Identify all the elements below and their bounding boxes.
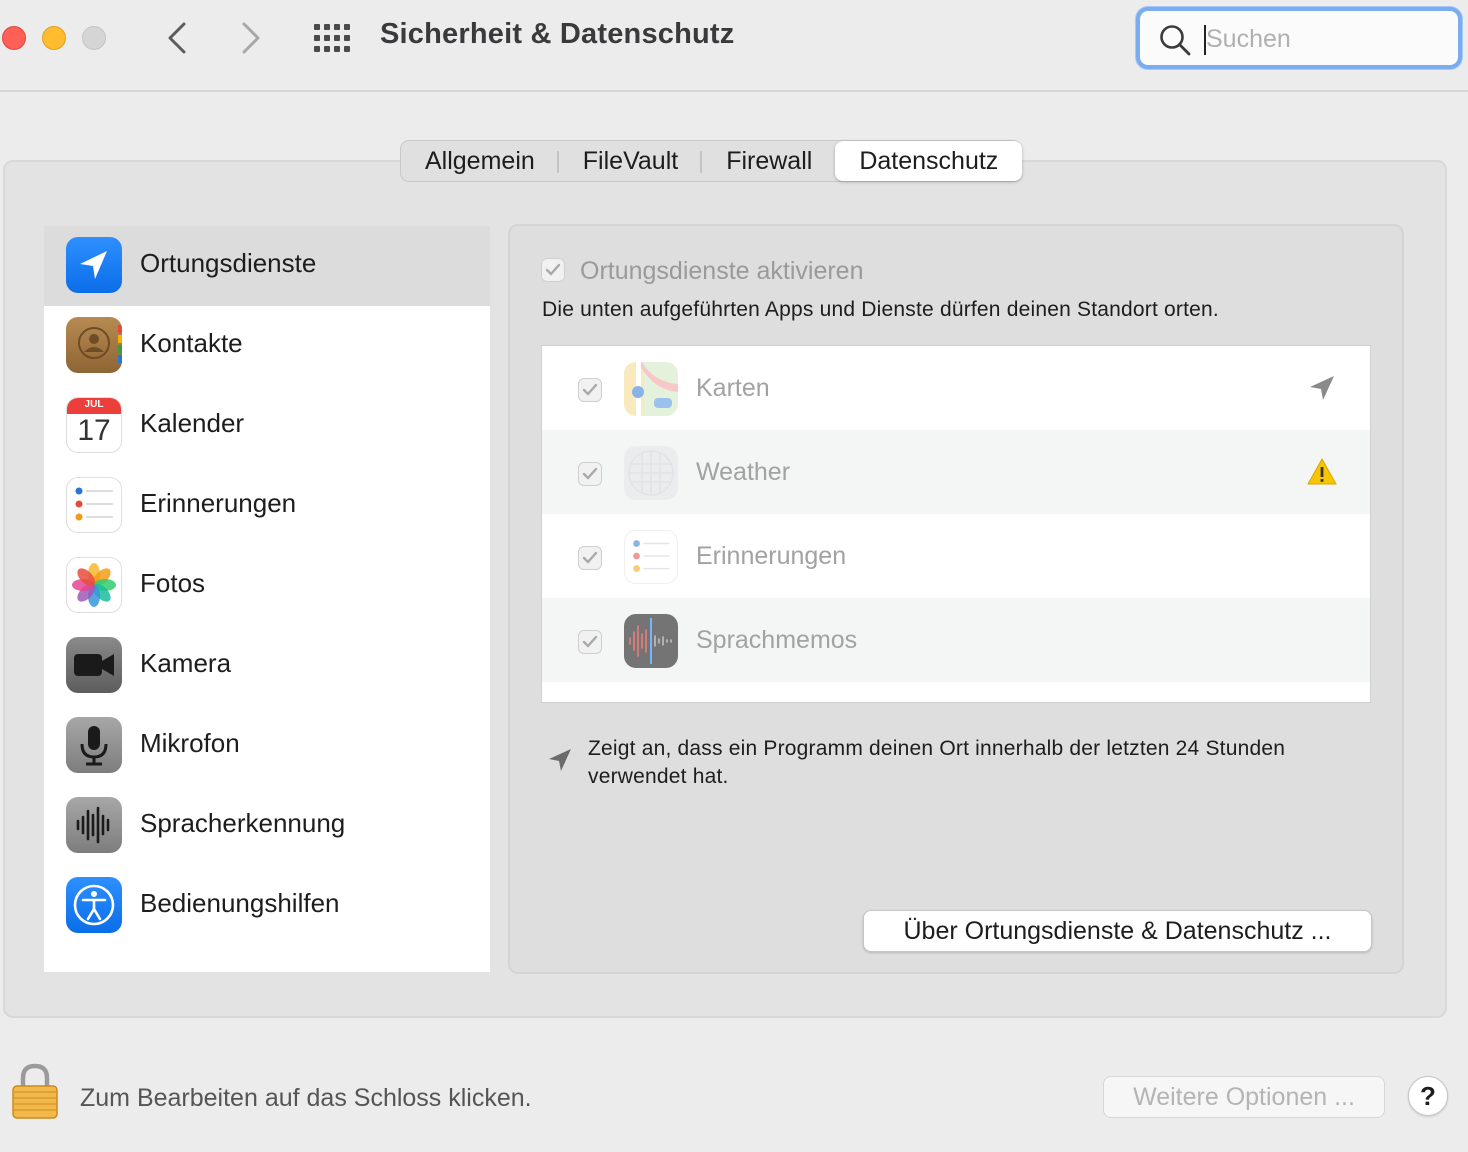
sidebar-item-label: Kalender (140, 408, 245, 438)
app-checkbox[interactable] (578, 462, 602, 486)
photos-icon (66, 557, 122, 613)
app-name: Sprachmemos (696, 626, 858, 654)
enable-location-label: Ortungsdienste aktivieren (580, 257, 864, 285)
calendar-month: JUL (84, 399, 104, 410)
checkmark-icon (582, 635, 598, 648)
accessibility-icon (66, 877, 122, 933)
forward-button[interactable] (232, 18, 272, 58)
checkmark-icon (545, 263, 561, 276)
checkmark-icon (582, 383, 598, 396)
warning-icon (1307, 457, 1337, 485)
speech-recognition-icon (66, 797, 122, 853)
sidebar-item-label: Mikrofon (140, 728, 240, 758)
sidebar-item-label: Kamera (140, 648, 232, 678)
tab-bar: Allgemein FileVault Firewall Datenschutz (400, 140, 1023, 182)
contacts-icon (66, 317, 122, 373)
sidebar-item-kontakte[interactable]: Kontakte (44, 306, 490, 386)
calendar-icon: JUL 17 (66, 397, 122, 453)
app-checkbox[interactable] (578, 546, 602, 570)
tab-filevault[interactable]: FileVault (559, 141, 703, 181)
grid-icon (314, 24, 350, 52)
app-row-karten[interactable]: Karten (542, 346, 1370, 430)
checkmark-icon (582, 551, 598, 564)
app-row-weather[interactable]: Weather (542, 430, 1370, 514)
location-arrow-icon (66, 237, 122, 293)
help-button[interactable]: ? (1408, 1076, 1448, 1116)
reminders-icon (624, 530, 678, 584)
sidebar-item-mikrofon[interactable]: Mikrofon (44, 706, 490, 786)
location-arrow-icon (549, 749, 571, 771)
reminders-icon (66, 477, 122, 533)
sidebar-item-fotos[interactable]: Fotos (44, 546, 490, 626)
app-name: Erinnerungen (696, 542, 847, 570)
app-checkbox[interactable] (578, 378, 602, 402)
sidebar-item-bedienungshilfen[interactable]: Bedienungshilfen (44, 866, 490, 946)
sidebar-item-ortungsdienste[interactable]: Ortungsdienste (44, 226, 490, 306)
location-legend: Zeigt an, dass ein Programm deinen Ort i… (588, 737, 1286, 788)
microphone-icon (66, 717, 122, 773)
app-checkbox[interactable] (578, 630, 602, 654)
chevron-right-icon (242, 22, 260, 54)
location-arrow-icon (1310, 376, 1334, 400)
back-button[interactable] (158, 18, 198, 58)
enable-location-checkbox[interactable] (541, 258, 565, 282)
minimize-window-button[interactable] (42, 26, 66, 50)
privacy-category-list: Ortungsdienste Kontakte JUL 17 Kalender (44, 226, 490, 972)
lock-hint: Zum Bearbeiten auf das Schloss klicken. (80, 1084, 532, 1112)
app-row-sprachmemos[interactable]: Sprachmemos (542, 598, 1370, 682)
sidebar-item-label: Bedienungshilfen (140, 888, 340, 918)
calendar-day: 17 (77, 414, 111, 447)
show-all-button[interactable] (312, 22, 354, 54)
close-window-button[interactable] (2, 26, 26, 50)
search-icon (1160, 25, 1191, 56)
sidebar-item-label: Spracherkennung (140, 808, 346, 838)
sidebar-item-label: Erinnerungen (140, 488, 297, 518)
sidebar-item-erinnerungen[interactable]: Erinnerungen (44, 466, 490, 546)
sidebar-item-label: Fotos (140, 568, 206, 598)
maps-icon (624, 362, 678, 416)
weather-icon (624, 446, 678, 500)
app-name: Weather (696, 458, 791, 486)
checkmark-icon (582, 467, 598, 480)
sidebar-item-spracherkennung[interactable]: Spracherkennung (44, 786, 490, 866)
sidebar-item-label: Ortungsdienste (140, 248, 317, 278)
more-options-button[interactable]: Weitere Optionen ... (1103, 1076, 1385, 1118)
lock-icon[interactable] (10, 1062, 60, 1120)
app-row-erinnerungen[interactable]: Erinnerungen (542, 514, 1370, 598)
tab-firewall[interactable]: Firewall (702, 141, 836, 181)
title-bar: Sicherheit & Datenschutz (0, 0, 1468, 92)
tab-allgemein[interactable]: Allgemein (401, 141, 559, 181)
search-field[interactable] (1136, 7, 1462, 69)
location-apps-list: Karten Weather Erinnerungen Sprachmemos (541, 345, 1371, 703)
window-title: Sicherheit & Datenschutz (380, 18, 735, 50)
sidebar-item-kalender[interactable]: JUL 17 Kalender (44, 386, 490, 466)
camera-icon (66, 637, 122, 693)
app-name: Karten (696, 374, 770, 402)
tab-datenschutz[interactable]: Datenschutz (835, 141, 1023, 181)
sidebar-item-kamera[interactable]: Kamera (44, 626, 490, 706)
zoom-window-button[interactable] (82, 26, 106, 50)
sidebar-item-label: Kontakte (140, 328, 243, 358)
chevron-left-icon (168, 22, 186, 54)
location-description: Die unten aufgeführten Apps und Dienste … (542, 298, 1219, 321)
search-input[interactable] (1206, 22, 1446, 56)
about-location-privacy-button[interactable]: Über Ortungsdienste & Datenschutz ... (863, 910, 1372, 952)
voice-memos-icon (624, 614, 678, 668)
